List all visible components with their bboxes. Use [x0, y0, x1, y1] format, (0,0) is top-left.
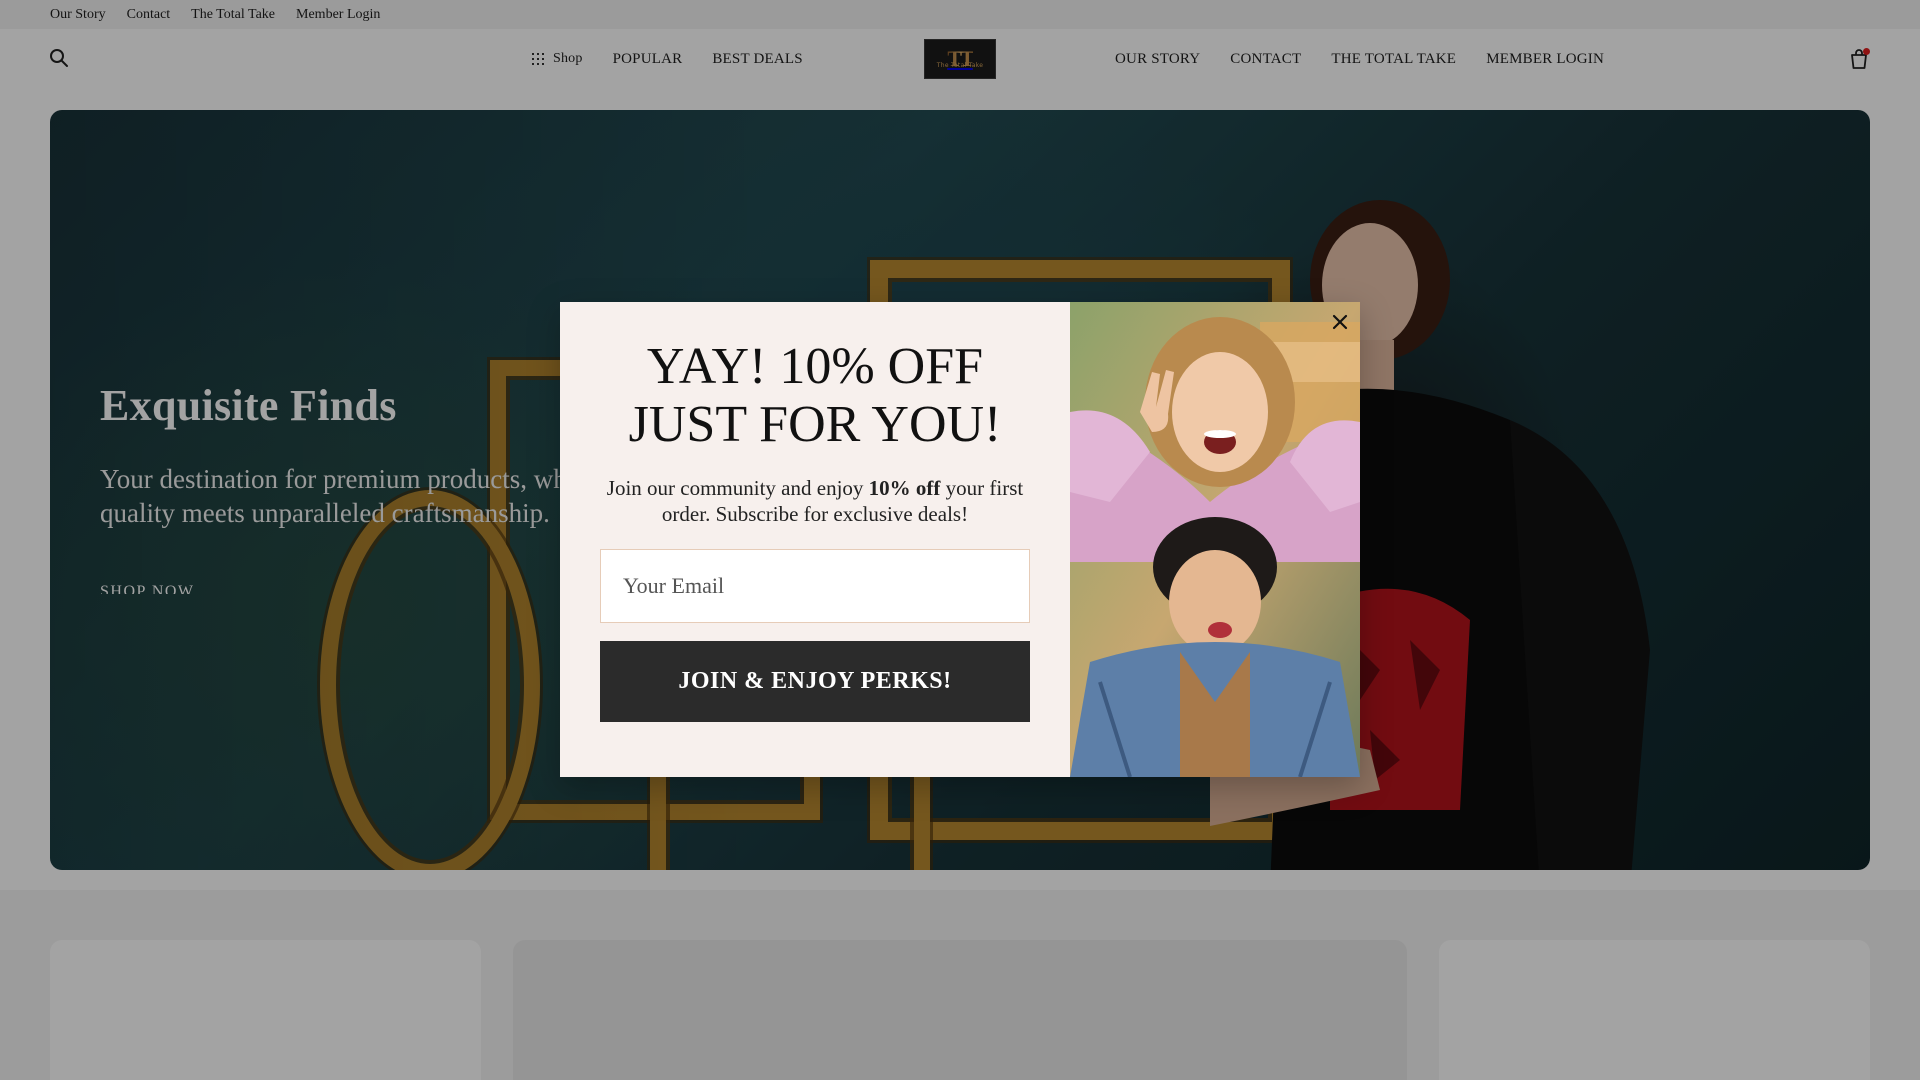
discount-popup: YAY! 10% OFF JUST FOR YOU! Join our comm… — [560, 302, 1360, 777]
popup-content: YAY! 10% OFF JUST FOR YOU! Join our comm… — [560, 302, 1070, 777]
popup-title-line-1: YAY! 10% OFF — [646, 338, 984, 395]
popup-image — [1070, 302, 1360, 777]
popup-text-start: Join our community and enjoy — [606, 476, 869, 500]
close-icon — [1332, 314, 1348, 330]
friends-photo-image — [1070, 302, 1360, 777]
popup-title-line-2: JUST FOR YOU! — [628, 396, 1002, 453]
popup-title: YAY! 10% OFF JUST FOR YOU! — [560, 338, 1070, 454]
popup-description: Join our community and enjoy 10% off you… — [600, 475, 1030, 527]
email-input[interactable] — [600, 549, 1030, 623]
join-button[interactable]: JOIN & ENJOY PERKS! — [600, 641, 1030, 722]
popup-text-discount: 10% off — [868, 476, 941, 500]
close-popup-button[interactable] — [1328, 310, 1352, 334]
